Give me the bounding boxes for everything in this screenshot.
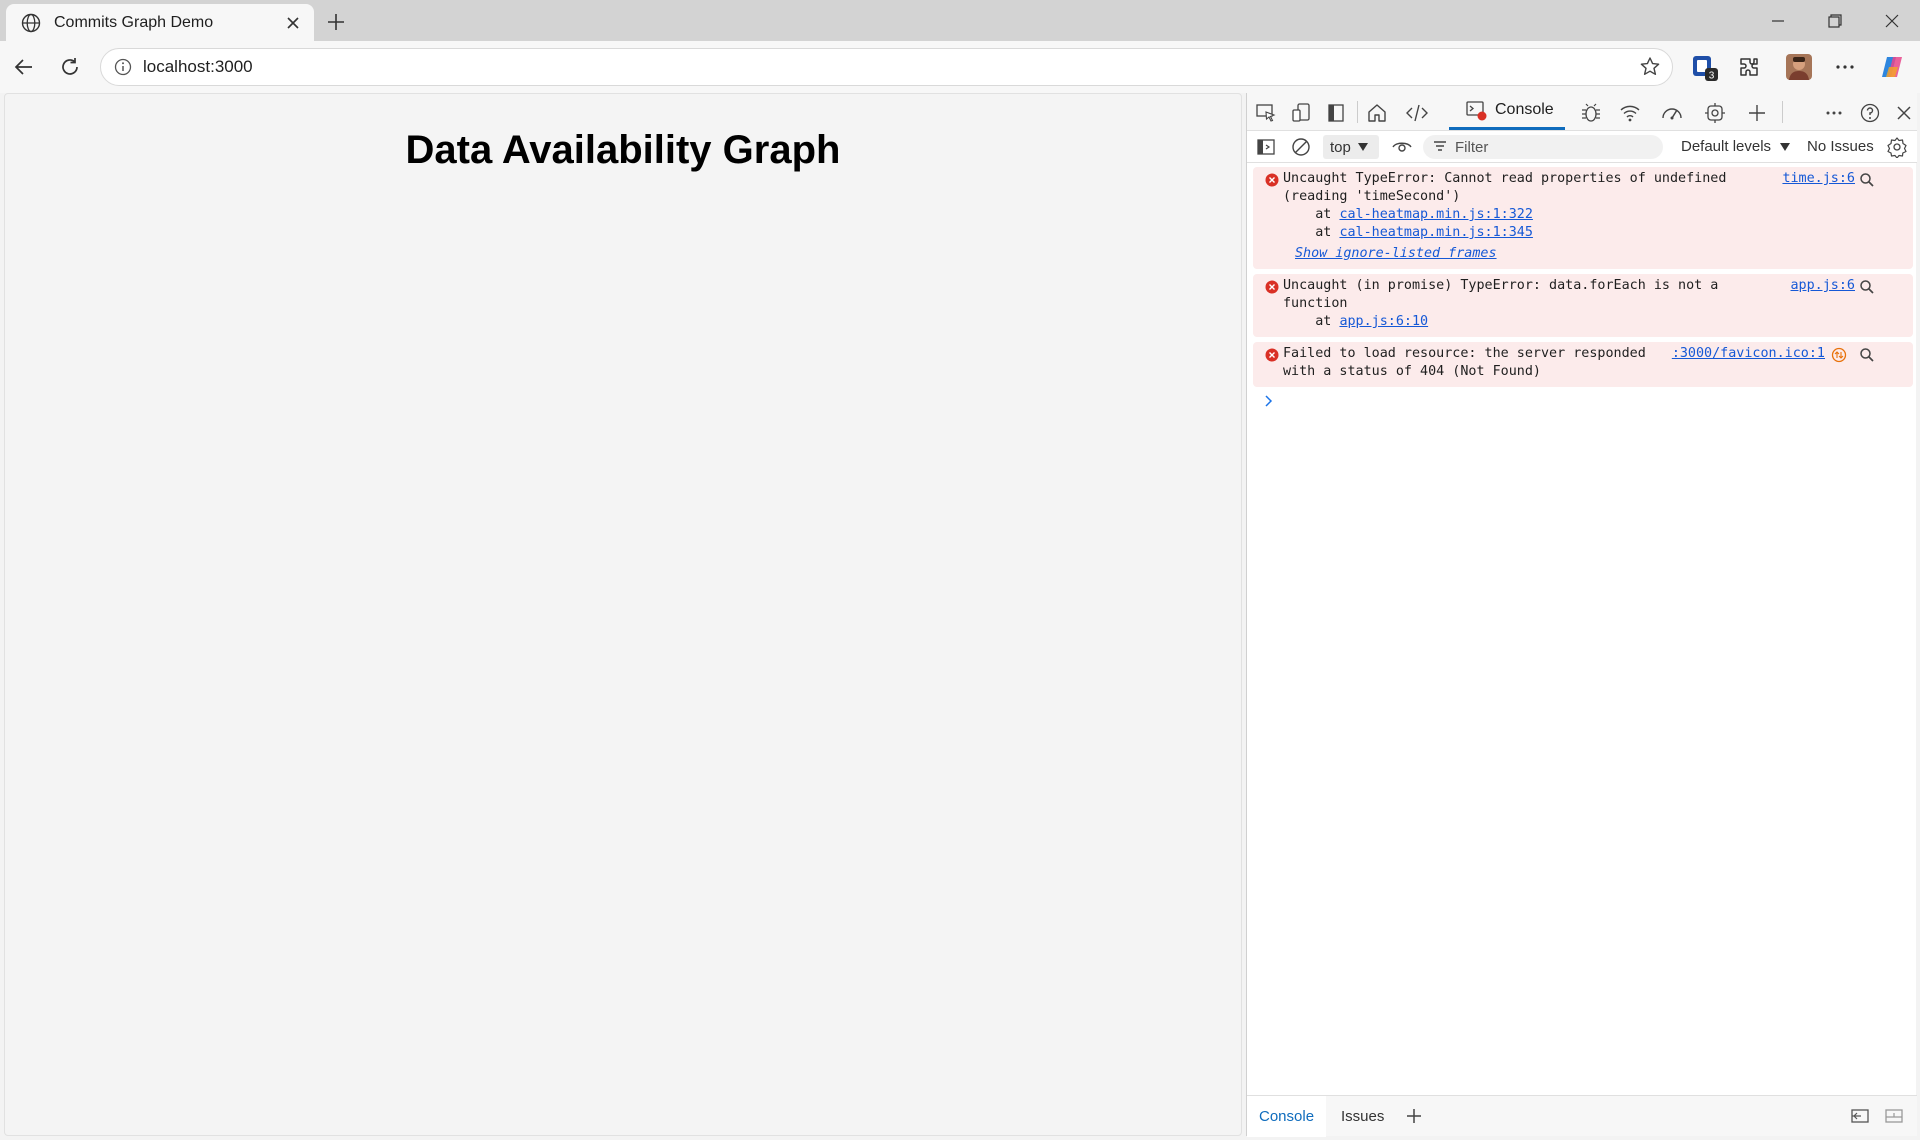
drawer-tab-console[interactable]: Console — [1247, 1096, 1327, 1137]
message-source-link[interactable]: time.js:6 — [1782, 170, 1855, 188]
close-window-button[interactable] — [1863, 0, 1920, 41]
dock-side-icon[interactable] — [1323, 100, 1349, 126]
show-ignore-listed-frames-link[interactable]: Show ignore-listed frames — [1295, 246, 1497, 261]
filter-icon — [1433, 140, 1447, 154]
window-controls — [1749, 0, 1920, 41]
error-icon — [1265, 173, 1279, 187]
live-expression-eye-icon[interactable] — [1389, 134, 1415, 160]
minimize-button[interactable] — [1749, 0, 1806, 41]
chevron-down-icon — [1357, 142, 1369, 152]
browser-tab[interactable]: Commits Graph Demo — [6, 4, 314, 41]
error-icon — [1265, 280, 1279, 294]
clear-console-icon[interactable] — [1288, 134, 1314, 160]
message-text: (reading 'timeSecond') — [1283, 189, 1461, 204]
url-text[interactable]: localhost:3000 — [143, 57, 1638, 77]
show-sidebar-icon[interactable] — [1253, 134, 1279, 160]
log-levels-dropdown[interactable]: Default levels — [1681, 138, 1791, 155]
filter-placeholder: Filter — [1455, 138, 1489, 156]
settings-cog-icon[interactable] — [1702, 100, 1728, 126]
profile-avatar[interactable] — [1783, 51, 1815, 83]
toolbar-divider — [1357, 101, 1358, 123]
extension-badge-icon[interactable]: 3 — [1688, 51, 1720, 83]
tab-console-label: Console — [1495, 101, 1554, 118]
chevron-down-icon — [1779, 142, 1791, 152]
stack-prefix: at — [1283, 314, 1340, 329]
extensions-puzzle-icon[interactable] — [1733, 51, 1765, 83]
toolbar-divider — [1782, 101, 1783, 123]
tab-console[interactable]: Console — [1449, 93, 1565, 130]
log-levels-label: Default levels — [1681, 138, 1772, 155]
quick-view-dock-icon[interactable] — [1847, 1103, 1873, 1129]
tab-title: Commits Graph Demo — [54, 13, 214, 31]
add-drawer-tab-icon[interactable] — [1401, 1103, 1427, 1129]
issues-count[interactable]: No Issues — [1807, 138, 1874, 155]
context-selector-value: top — [1330, 138, 1351, 156]
message-text: function — [1283, 296, 1348, 311]
restore-button[interactable] — [1806, 0, 1863, 41]
network-wifi-icon[interactable] — [1617, 100, 1643, 126]
navigation-bar: localhost:3000 3 — [0, 41, 1920, 93]
help-icon[interactable] — [1857, 100, 1883, 126]
search-icon[interactable] — [1859, 279, 1875, 295]
search-icon[interactable] — [1859, 172, 1875, 188]
address-bar[interactable]: localhost:3000 — [100, 48, 1673, 86]
close-drawer-icon[interactable] — [1881, 1103, 1907, 1129]
customize-more-icon[interactable] — [1821, 100, 1847, 126]
stack-frame-link[interactable]: cal-heatmap.min.js:1:345 — [1339, 225, 1532, 240]
console-settings-gear-icon[interactable] — [1884, 134, 1910, 160]
sources-bug-icon[interactable] — [1578, 100, 1604, 126]
close-tab-icon[interactable] — [282, 12, 304, 34]
message-text: with a status of 404 (Not Found) — [1283, 364, 1541, 379]
favorite-star-icon[interactable] — [1638, 55, 1662, 79]
network-request-icon[interactable] — [1831, 347, 1847, 363]
extension-badge-count: 3 — [1709, 71, 1715, 82]
stack-prefix: at — [1283, 225, 1340, 240]
message-source-link[interactable]: app.js:6 — [1791, 277, 1856, 295]
stack-frame-link[interactable]: app.js:6:10 — [1339, 314, 1428, 329]
more-tools-plus-icon[interactable] — [1744, 100, 1770, 126]
error-icon — [1265, 348, 1279, 362]
context-selector[interactable]: top — [1323, 135, 1379, 159]
close-devtools-icon[interactable] — [1891, 100, 1917, 126]
globe-icon — [20, 12, 42, 34]
devtools-drawer: Console Issues — [1247, 1095, 1917, 1137]
stack-frame-link[interactable]: cal-heatmap.min.js:1:322 — [1339, 207, 1532, 222]
page-title: Data Availability Graph — [405, 128, 841, 172]
console-filter-bar: top Filter Default levels No Issues — [1247, 131, 1917, 163]
console-filter-input[interactable]: Filter — [1423, 135, 1663, 159]
message-text: Uncaught TypeError: Cannot read properti… — [1283, 171, 1727, 186]
stack-prefix: at — [1283, 207, 1340, 222]
refresh-button[interactable] — [56, 53, 84, 81]
console-error-message: time.js:6 Uncaught TypeError: Cannot rea… — [1253, 167, 1913, 269]
console-messages: time.js:6 Uncaught TypeError: Cannot rea… — [1247, 164, 1917, 409]
performance-gauge-icon[interactable] — [1659, 100, 1685, 126]
title-bar: Commits Graph Demo — [0, 0, 1920, 41]
back-button[interactable] — [10, 53, 38, 81]
message-text: Uncaught (in promise) TypeError: data.fo… — [1283, 278, 1719, 293]
console-prompt-chevron-icon[interactable] — [1263, 393, 1275, 409]
info-icon[interactable] — [113, 57, 133, 77]
inspect-element-icon[interactable] — [1253, 100, 1279, 126]
stack-frame: at app.js:6:10 — [1283, 313, 1865, 331]
stack-frame: at cal-heatmap.min.js:1:345 — [1283, 224, 1865, 242]
copilot-icon[interactable] — [1876, 51, 1908, 83]
devtools-panel: Console top Filter Default levels No Iss… — [1246, 93, 1917, 1137]
drawer-tab-issues[interactable]: Issues — [1329, 1096, 1396, 1137]
message-source-link[interactable]: :3000/favicon.ico:1 — [1672, 345, 1825, 363]
stack-frame: at cal-heatmap.min.js:1:322 — [1283, 206, 1865, 224]
console-error-message: app.js:6 Uncaught (in promise) TypeError… — [1253, 274, 1913, 337]
more-options-icon[interactable] — [1829, 51, 1861, 83]
welcome-home-icon[interactable] — [1364, 100, 1390, 126]
console-error-icon — [1465, 99, 1487, 121]
console-error-message: :3000/favicon.ico:1 Failed to load resou… — [1253, 342, 1913, 387]
page-viewport: Data Availability Graph — [4, 93, 1242, 1136]
device-toolbar-icon[interactable] — [1288, 100, 1314, 126]
devtools-toolbar: Console — [1247, 93, 1917, 131]
new-tab-button[interactable] — [322, 8, 350, 36]
search-icon[interactable] — [1859, 347, 1875, 363]
ignore-listed-row: Show ignore-listed frames — [1283, 245, 1865, 263]
elements-code-icon[interactable] — [1404, 100, 1430, 126]
